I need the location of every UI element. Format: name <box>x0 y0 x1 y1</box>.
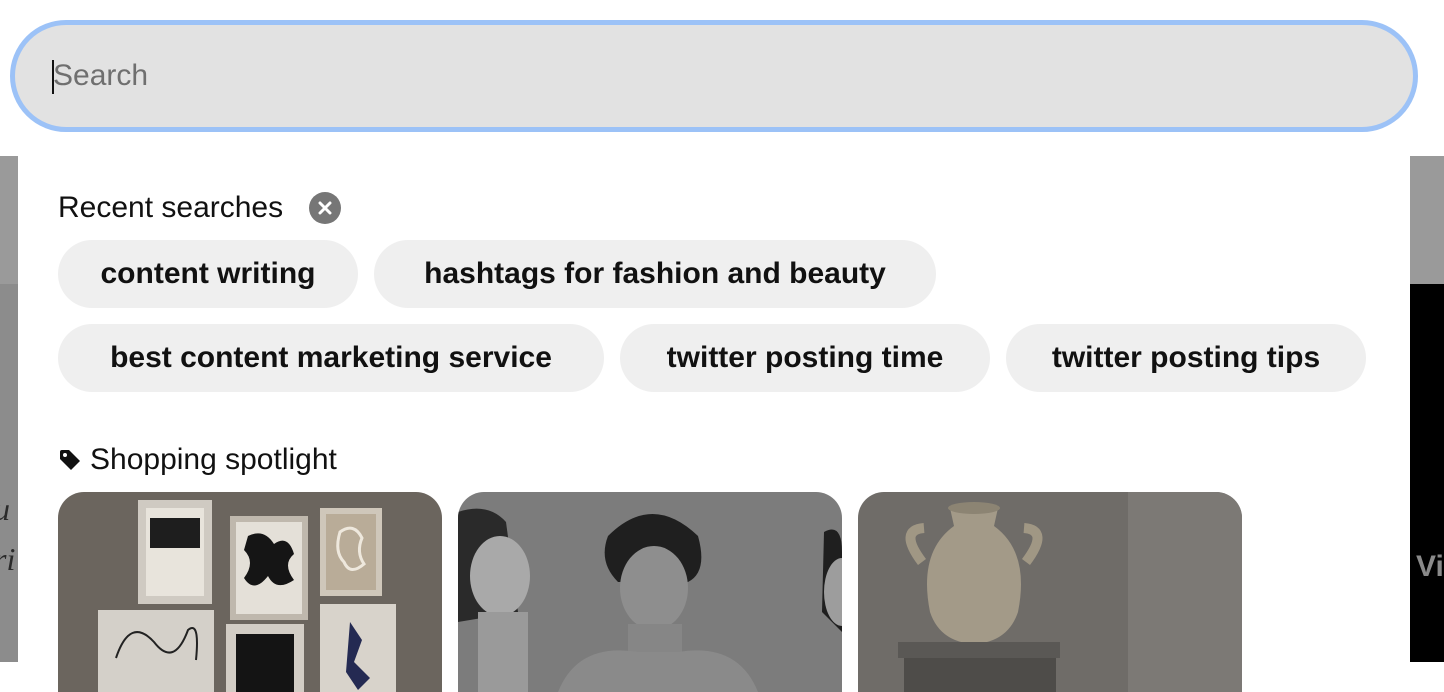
chip-label: twitter posting time <box>666 341 944 374</box>
shopping-card[interactable] <box>58 492 442 692</box>
models-photo-image <box>458 492 842 692</box>
chip-label: hashtags for fashion and beauty <box>424 257 886 290</box>
search-input[interactable] <box>53 25 1353 127</box>
shopping-card[interactable] <box>458 492 842 692</box>
background-right-strip: Vi <box>1410 284 1444 662</box>
search-dropdown: Recent searches content writing hashtags… <box>18 156 1410 692</box>
background-left-text-fragment: uri <box>0 491 16 577</box>
background-left-strip: uri <box>0 284 18 662</box>
recent-search-chip[interactable]: twitter posting time <box>620 324 990 392</box>
close-icon <box>318 201 332 215</box>
text-caret <box>52 60 54 94</box>
recent-search-chip[interactable]: best content marketing service <box>58 324 604 392</box>
shopping-card[interactable] <box>858 492 1242 692</box>
chip-label: content writing <box>100 257 316 290</box>
recent-searches-header: Recent searches <box>58 190 342 226</box>
clear-recent-searches-button[interactable] <box>309 192 342 224</box>
chip-label: best content marketing service <box>110 341 552 374</box>
tag-icon <box>60 450 80 470</box>
background-right-text-fragment: Vi <box>1416 550 1444 583</box>
recent-search-chip[interactable]: hashtags for fashion and beauty <box>374 240 936 308</box>
ceramic-vase-image <box>858 492 1242 692</box>
recent-search-chip[interactable]: twitter posting tips <box>1006 324 1366 392</box>
gallery-wall-image <box>58 492 442 692</box>
shopping-spotlight-title: Shopping spotlight <box>90 443 337 476</box>
chip-label: twitter posting tips <box>1051 341 1321 374</box>
search-bar[interactable] <box>10 20 1418 132</box>
recent-searches-title: Recent searches <box>58 191 284 224</box>
recent-search-chip[interactable]: content writing <box>58 240 358 308</box>
shopping-spotlight-header: Shopping spotlight <box>58 440 337 480</box>
